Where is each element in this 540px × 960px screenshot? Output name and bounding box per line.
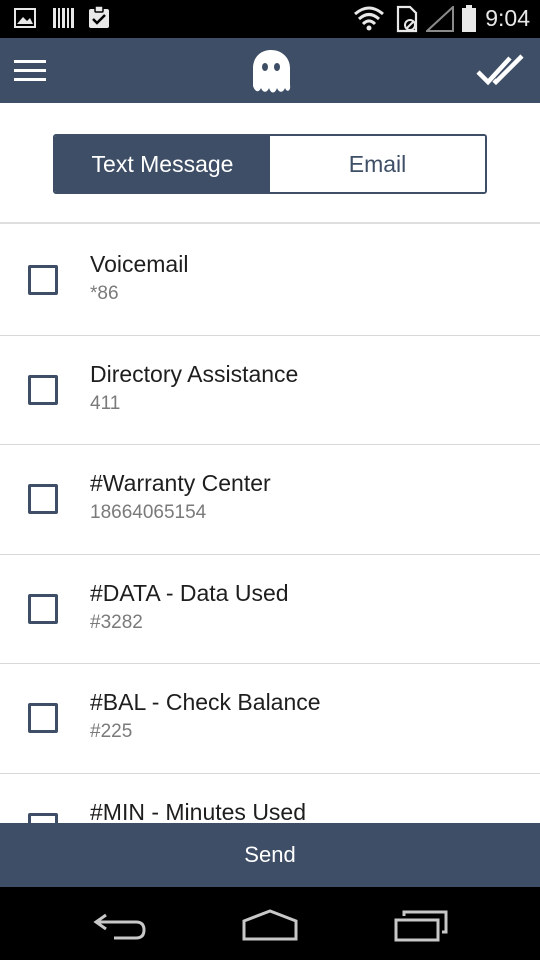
- item-title: #MIN - Minutes Used: [90, 798, 307, 824]
- item-subtitle: *86: [90, 283, 119, 304]
- ghost-logo-icon: [250, 48, 292, 96]
- list-item[interactable]: #DATA - Data Used #3282: [0, 554, 540, 664]
- menu-icon[interactable]: [14, 58, 46, 84]
- item-subtitle: #225: [90, 721, 133, 742]
- battery-icon: [461, 5, 477, 38]
- item-title: Voicemail: [90, 251, 189, 277]
- list-item[interactable]: #BAL - Check Balance #225: [0, 664, 540, 774]
- list-item[interactable]: Voicemail *86: [0, 226, 540, 336]
- done-all-icon[interactable]: [476, 54, 526, 88]
- item-title: Directory Assistance: [90, 360, 299, 387]
- image-icon: [14, 8, 36, 33]
- item-subtitle: 411: [90, 392, 121, 414]
- barcode-icon: [52, 8, 74, 33]
- checkbox[interactable]: [28, 374, 58, 405]
- segment-area: Text Message Email: [0, 103, 540, 224]
- tab-email[interactable]: Email: [270, 136, 485, 192]
- checkbox[interactable]: [28, 703, 58, 733]
- item-subtitle: 18664065154: [90, 502, 207, 523]
- status-time: 9:04: [485, 5, 530, 31]
- clipboard-check-icon: [87, 5, 111, 34]
- home-icon[interactable]: [242, 909, 298, 946]
- checkbox[interactable]: [28, 265, 58, 295]
- item-subtitle: #3282: [90, 611, 143, 633]
- back-icon[interactable]: [92, 911, 148, 946]
- list-item[interactable]: #Warranty Center 18664065154: [0, 445, 540, 555]
- screen: 9:04 Text Message Email Voicemail *86 Di…: [0, 0, 540, 960]
- list-item[interactable]: #MIN - Minutes Used: [0, 773, 540, 824]
- item-title: #BAL - Check Balance: [90, 689, 321, 715]
- status-bar: 9:04: [0, 0, 540, 38]
- message-type-toggle: Text Message Email: [53, 134, 487, 194]
- recent-apps-icon[interactable]: [394, 910, 450, 947]
- sim-icon: [396, 5, 418, 38]
- shortcut-list: Voicemail *86 Directory Assistance 411 #…: [0, 226, 540, 823]
- nav-bar: [0, 887, 540, 960]
- list-item[interactable]: Directory Assistance 411: [0, 335, 540, 445]
- signal-icon: [424, 4, 454, 37]
- app-bar: [0, 38, 540, 103]
- checkbox[interactable]: [28, 484, 58, 514]
- wifi-icon: [354, 5, 384, 36]
- checkbox[interactable]: [28, 812, 58, 823]
- send-button[interactable]: Send: [0, 823, 540, 887]
- tab-text-message[interactable]: Text Message: [55, 136, 270, 192]
- item-title: #DATA - Data Used: [90, 579, 289, 606]
- item-title: #Warranty Center: [90, 470, 271, 496]
- checkbox[interactable]: [28, 593, 58, 624]
